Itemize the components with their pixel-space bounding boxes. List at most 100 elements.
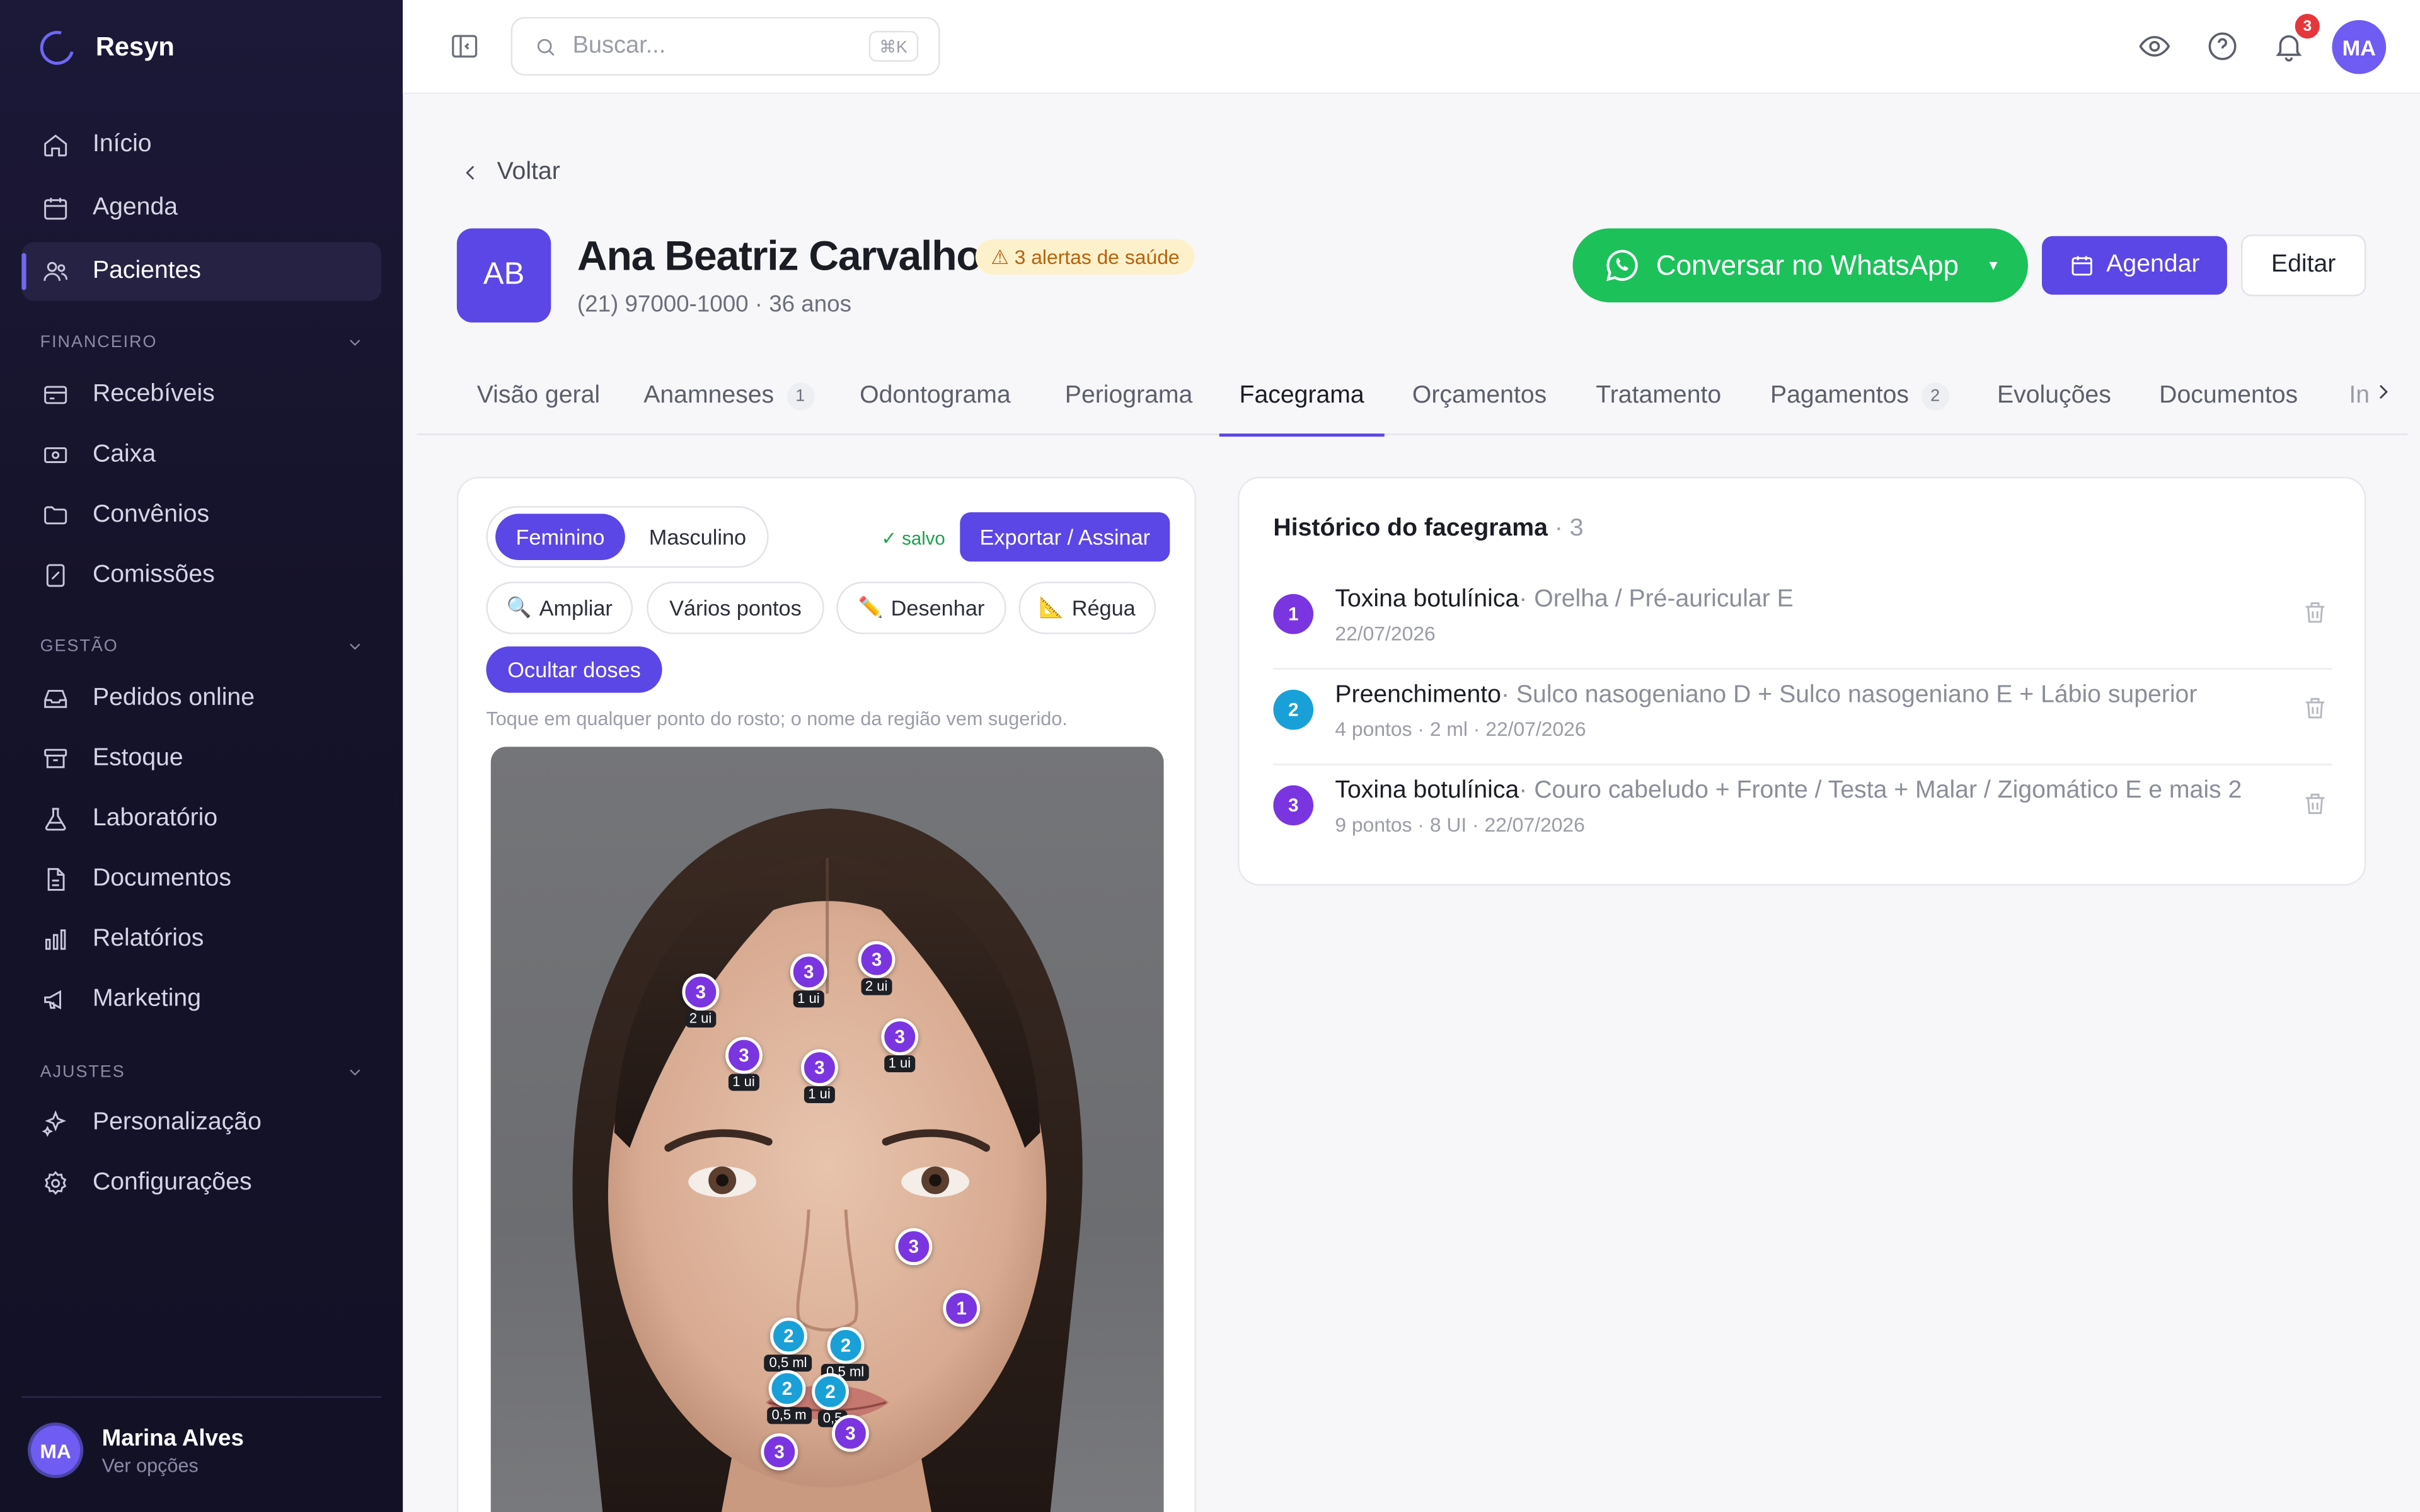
injection-point[interactable]: 3 bbox=[801, 1049, 838, 1087]
sidebar-item-caixa[interactable]: Caixa bbox=[21, 426, 381, 484]
search-placeholder: Buscar... bbox=[572, 32, 666, 59]
multi-point-tool-button[interactable]: Vários pontos bbox=[647, 581, 824, 634]
sidebar-item-marketing[interactable]: Marketing bbox=[21, 970, 381, 1029]
schedule-button[interactable]: Agendar bbox=[2042, 236, 2227, 295]
brand[interactable]: Resyn bbox=[33, 25, 175, 71]
injection-point[interactable]: 3 bbox=[761, 1433, 798, 1470]
search-icon bbox=[537, 38, 555, 55]
history-row[interactable]: 3 Toxina botulínica· Couro cabeludo + Fr… bbox=[1273, 765, 2332, 861]
caret-down-icon[interactable]: ▼ bbox=[1986, 258, 2000, 273]
sex-option-masculino[interactable]: Masculino bbox=[636, 514, 759, 560]
tab-facegrama[interactable]: Facegrama bbox=[1219, 358, 1385, 437]
injection-point[interactable]: 3 bbox=[895, 1228, 933, 1266]
history-number-badge: 1 bbox=[1273, 593, 1314, 634]
dose-label: 0,5 m bbox=[767, 1407, 811, 1424]
hide-doses-button[interactable]: Ocultar doses bbox=[486, 646, 662, 693]
injection-point[interactable]: 2 bbox=[770, 1317, 807, 1355]
tool-label: Régua bbox=[1071, 595, 1136, 621]
history-sub: 22/07/2026 bbox=[1335, 621, 1436, 645]
injection-point[interactable]: 2 bbox=[812, 1373, 849, 1411]
sidebar-item-comissoes[interactable]: Comissões bbox=[21, 546, 381, 605]
back-label: Voltar bbox=[497, 159, 560, 185]
sidebar-item-convenios[interactable]: Convênios bbox=[21, 486, 381, 544]
trash-icon[interactable] bbox=[2301, 790, 2329, 825]
injection-point[interactable]: 3 bbox=[858, 941, 896, 978]
flask-icon bbox=[40, 804, 71, 835]
sidebar-toggle-icon[interactable] bbox=[449, 31, 480, 62]
dose-label: 0,5 ml bbox=[764, 1354, 812, 1372]
chevron-right-icon[interactable] bbox=[2372, 381, 2394, 411]
sidebar-item-label: Personalização bbox=[92, 1109, 262, 1136]
injection-point[interactable]: 3 bbox=[682, 973, 720, 1011]
injection-point[interactable]: 3 bbox=[790, 953, 827, 991]
history-row[interactable]: 1 Toxina botulínica· Orelha / Pré-auricu… bbox=[1273, 574, 2332, 670]
sidebar-item-inicio[interactable]: Início bbox=[21, 116, 381, 175]
search-input[interactable]: Buscar... ⌘K bbox=[510, 16, 940, 76]
tab-in[interactable]: In bbox=[2329, 358, 2375, 435]
injection-point[interactable]: 2 bbox=[827, 1327, 865, 1364]
section-gestao[interactable]: GESTÃO bbox=[40, 637, 364, 656]
tab-label: Periograma bbox=[1064, 382, 1193, 409]
history-row[interactable]: 2 Preenchimento· Sulco nasogeniano D + S… bbox=[1273, 670, 2332, 765]
tab-visao-geral[interactable]: Visão geral bbox=[457, 358, 620, 435]
history-sub: 9 pontos · 8 UI · 22/07/2026 bbox=[1335, 813, 1585, 837]
sidebar-item-label: Convênios bbox=[92, 501, 210, 528]
trash-icon[interactable] bbox=[2301, 598, 2329, 634]
section-label: FINANCEIRO bbox=[40, 333, 158, 352]
tab-anamneses[interactable]: Anamneses 1 bbox=[623, 358, 834, 435]
chevron-left-icon bbox=[466, 166, 475, 180]
zoom-tool-button[interactable]: 🔍 Ampliar bbox=[486, 581, 633, 634]
ruler-tool-button[interactable]: 📐 Régua bbox=[1018, 581, 1156, 634]
dose-label: 2 ui bbox=[684, 1011, 717, 1028]
sidebar-item-recebiveis[interactable]: Recebíveis bbox=[21, 365, 381, 424]
tab-orcamentos[interactable]: Orçamentos bbox=[1392, 358, 1567, 435]
tab-tratamento[interactable]: Tratamento bbox=[1576, 358, 1741, 435]
sidebar-item-estoque[interactable]: Estoque bbox=[21, 730, 381, 788]
injection-point[interactable]: 2 bbox=[768, 1370, 806, 1407]
draw-tool-button[interactable]: ✏️ Desenhar bbox=[836, 581, 1006, 634]
tab-odontograma[interactable]: Odontograma bbox=[839, 358, 1030, 435]
injection-point[interactable]: 3 bbox=[832, 1414, 869, 1452]
dose-label: 1 ui bbox=[803, 1086, 836, 1104]
history-type: Toxina botulínica bbox=[1335, 586, 1519, 613]
sidebar-item-label: Relatórios bbox=[92, 925, 204, 953]
user-menu[interactable]: MA Marina Alves Ver opções bbox=[28, 1422, 244, 1479]
injection-point[interactable]: 3 bbox=[725, 1036, 763, 1074]
brand-name: Resyn bbox=[95, 32, 175, 62]
sidebar-item-pacientes[interactable]: Pacientes bbox=[21, 242, 381, 301]
face-canvas[interactable]: 32 ui 3 1 ui 3 2 ui 3 1 ui 3 1 ui 3 1 ui 3 1 2 0,5 ml 2… bbox=[490, 747, 1164, 1512]
card-icon bbox=[40, 379, 71, 410]
trash-icon[interactable] bbox=[2301, 694, 2329, 730]
section-financeiro[interactable]: FINANCEIRO bbox=[40, 333, 364, 352]
patient-avatar: AB bbox=[456, 228, 551, 323]
injection-point[interactable]: 1 bbox=[943, 1290, 981, 1327]
eye-icon[interactable] bbox=[2138, 30, 2172, 64]
help-icon[interactable] bbox=[2206, 30, 2240, 64]
sex-option-feminino[interactable]: Feminino bbox=[495, 513, 625, 560]
injection-point[interactable]: 3 bbox=[881, 1018, 919, 1056]
health-alert-badge[interactable]: ⚠ 3 alertas de saúde bbox=[975, 239, 1196, 275]
tab-pagamentos[interactable]: Pagamentos 2 bbox=[1750, 358, 1969, 435]
sidebar-item-configuracoes[interactable]: Configurações bbox=[21, 1154, 381, 1213]
sidebar-item-documentos[interactable]: Documentos bbox=[21, 850, 381, 908]
whatsapp-button[interactable]: Conversar no WhatsApp ▼ bbox=[1572, 228, 2028, 303]
back-link[interactable]: Voltar bbox=[460, 159, 560, 186]
search-shortcut: ⌘K bbox=[868, 30, 919, 62]
section-ajustes[interactable]: AJUSTES bbox=[40, 1063, 364, 1082]
sidebar-item-laboratorio[interactable]: Laboratório bbox=[21, 790, 381, 849]
sidebar-item-personalizacao[interactable]: Personalização bbox=[21, 1094, 381, 1152]
history-title: Histórico do facegrama · 3 bbox=[1273, 515, 1583, 543]
history-sub: 4 pontos · 2 ml · 22/07/2026 bbox=[1335, 717, 1586, 741]
tab-evolucoes[interactable]: Evoluções bbox=[1977, 358, 2131, 435]
avatar[interactable]: MA bbox=[2332, 20, 2387, 74]
folder-icon bbox=[40, 500, 71, 530]
document-icon bbox=[40, 864, 71, 895]
sidebar-divider bbox=[21, 1396, 381, 1398]
tab-documentos[interactable]: Documentos bbox=[2139, 358, 2318, 435]
edit-button[interactable]: Editar bbox=[2240, 234, 2366, 297]
sidebar-item-agenda[interactable]: Agenda bbox=[21, 179, 381, 238]
export-sign-button[interactable]: Exportar / Assinar bbox=[960, 512, 1170, 562]
sidebar-item-relatorios[interactable]: Relatórios bbox=[21, 910, 381, 969]
sidebar-item-pedidos[interactable]: Pedidos online bbox=[21, 670, 381, 728]
tab-periograma[interactable]: Periograma bbox=[1045, 358, 1213, 435]
